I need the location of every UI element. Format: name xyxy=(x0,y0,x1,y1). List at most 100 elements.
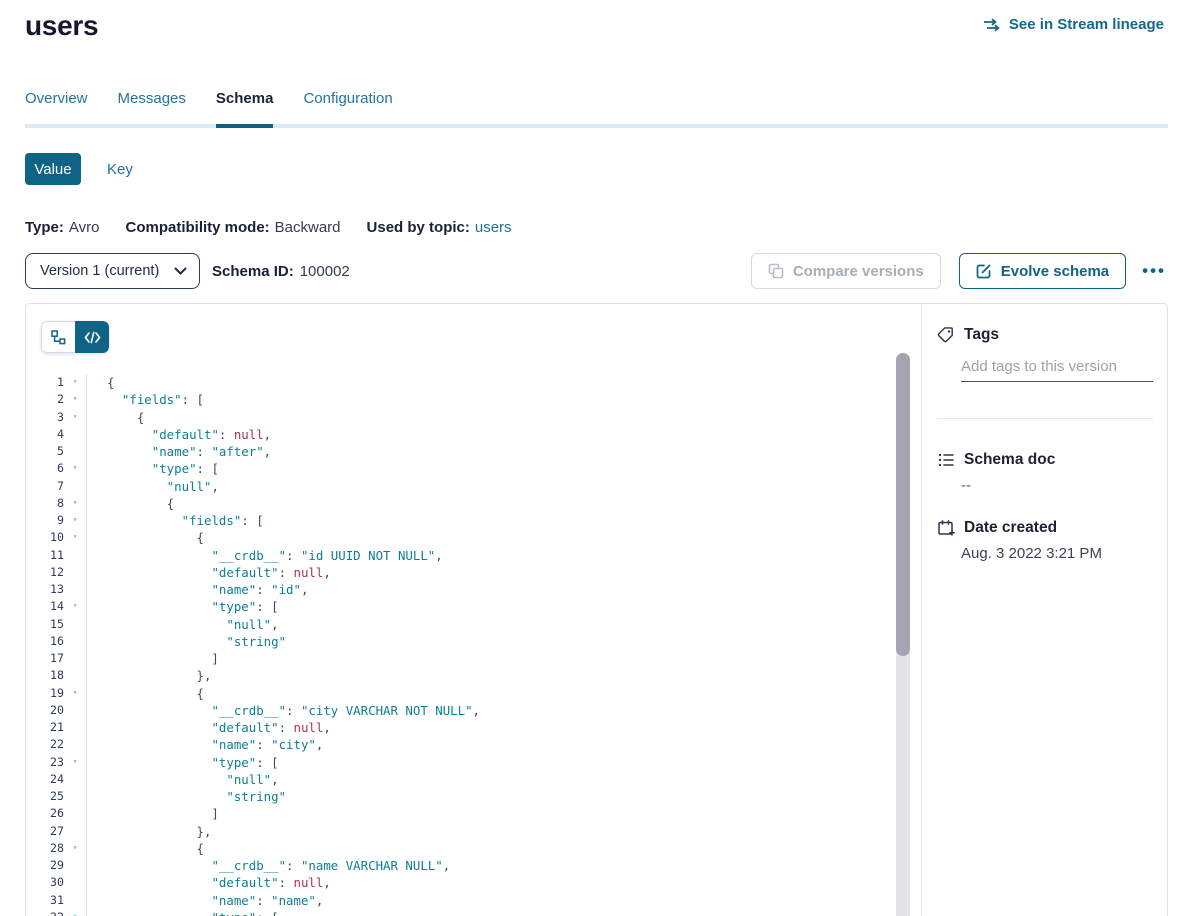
schema-id: Schema ID: 100002 xyxy=(212,263,350,280)
type-label: Type: xyxy=(25,219,64,236)
code-line: 4 "default": null, xyxy=(41,426,901,443)
fold-spacer xyxy=(64,702,86,719)
code-line-text: { xyxy=(86,840,901,857)
fold-toggle-icon[interactable]: ▾ xyxy=(64,391,86,408)
fold-spacer xyxy=(64,633,86,650)
fold-toggle-icon[interactable]: ▾ xyxy=(64,909,86,916)
schema-id-label: Schema ID: xyxy=(212,263,294,280)
schema-id-value: 100002 xyxy=(300,263,350,280)
line-number: 26 xyxy=(41,805,64,822)
date-created-section-title: Date created xyxy=(937,519,1057,537)
fold-spacer xyxy=(64,719,86,736)
compare-versions-button[interactable]: Compare versions xyxy=(751,253,941,289)
schema-doc-title-label: Schema doc xyxy=(964,451,1055,469)
code-line-text: "type": [ xyxy=(86,754,901,771)
code-line-text: "string" xyxy=(86,633,901,650)
code-line: 1▾{ xyxy=(41,374,901,391)
version-bar: Version 1 (current) Schema ID: 100002 Co… xyxy=(25,253,1168,289)
tree-view-button[interactable] xyxy=(41,321,75,353)
code-line-text: "type": [ xyxy=(86,909,901,916)
line-number: 8 xyxy=(41,495,64,512)
line-number: 3 xyxy=(41,409,64,426)
line-number: 14 xyxy=(41,598,64,615)
stream-lineage-link[interactable]: See in Stream lineage xyxy=(983,16,1164,33)
line-number: 1 xyxy=(41,374,64,391)
fold-toggle-icon[interactable]: ▾ xyxy=(64,685,86,702)
code-line-text: "default": null, xyxy=(86,564,901,581)
fold-toggle-icon[interactable]: ▾ xyxy=(64,409,86,426)
code-line-text: "string" xyxy=(86,788,901,805)
list-icon xyxy=(937,451,955,469)
code-view-icon xyxy=(84,331,101,344)
code-line: 29 "__crdb__": "name VARCHAR NULL", xyxy=(41,857,901,874)
code-line: 3▾ { xyxy=(41,409,901,426)
chevron-down-icon xyxy=(174,267,187,275)
used-by-topic-link[interactable]: users xyxy=(475,219,512,236)
fold-toggle-icon[interactable]: ▾ xyxy=(64,840,86,857)
line-number: 2 xyxy=(41,391,64,408)
code-line: 27 }, xyxy=(41,823,901,840)
fold-spacer xyxy=(64,874,86,891)
evolve-schema-button[interactable]: Evolve schema xyxy=(959,253,1126,289)
code-line-text: "default": null, xyxy=(86,874,901,891)
code-line: 6▾ "type": [ xyxy=(41,460,901,477)
fold-spacer xyxy=(64,771,86,788)
fold-spacer xyxy=(64,667,86,684)
editor-view-toggle xyxy=(41,321,109,353)
fold-spacer xyxy=(64,478,86,495)
version-select[interactable]: Version 1 (current) xyxy=(25,253,200,289)
used-by-topic-label: Used by topic: xyxy=(367,219,470,236)
code-line-text: { xyxy=(86,685,901,702)
schema-doc-section-title: Schema doc xyxy=(937,451,1055,469)
fold-toggle-icon[interactable]: ▾ xyxy=(64,529,86,546)
code-line: 16 "string" xyxy=(41,633,901,650)
code-line: 21 "default": null, xyxy=(41,719,901,736)
type-value: Avro xyxy=(69,219,100,236)
code-line-text: "type": [ xyxy=(86,598,901,615)
editor-scrollbar-thumb[interactable] xyxy=(896,353,910,656)
fold-toggle-icon[interactable]: ▾ xyxy=(64,754,86,771)
ellipsis-icon: ••• xyxy=(1142,261,1166,280)
more-actions-button[interactable]: ••• xyxy=(1140,257,1168,285)
tab-schema[interactable]: Schema xyxy=(216,90,274,124)
fold-spacer xyxy=(64,581,86,598)
fold-toggle-icon[interactable]: ▾ xyxy=(64,460,86,477)
tab-messages[interactable]: Messages xyxy=(118,90,186,124)
key-toggle-button[interactable]: Key xyxy=(107,161,133,178)
code-line-text: { xyxy=(86,409,901,426)
code-line: 20 "__crdb__": "city VARCHAR NOT NULL", xyxy=(41,702,901,719)
code-editor[interactable]: 1▾{2▾ "fields": [3▾ {4 "default": null,5… xyxy=(41,374,901,916)
tab-overview[interactable]: Overview xyxy=(25,90,88,124)
fold-spacer xyxy=(64,736,86,753)
value-toggle-button[interactable]: Value xyxy=(25,153,81,185)
fold-spacer xyxy=(64,564,86,581)
fold-spacer xyxy=(64,823,86,840)
fold-spacer xyxy=(64,650,86,667)
line-number: 12 xyxy=(41,564,64,581)
code-line-text: "null", xyxy=(86,616,901,633)
code-line: 5 "name": "after", xyxy=(41,443,901,460)
tags-input[interactable] xyxy=(961,356,1153,382)
fold-toggle-icon[interactable]: ▾ xyxy=(64,598,86,615)
line-number: 29 xyxy=(41,857,64,874)
code-line-text: "type": [ xyxy=(86,460,901,477)
fold-toggle-icon[interactable]: ▾ xyxy=(64,495,86,512)
code-line-text: "name": "after", xyxy=(86,443,901,460)
code-line: 23▾ "type": [ xyxy=(41,754,901,771)
schema-meta-row: Type: Avro Compatibility mode: Backward … xyxy=(25,219,512,236)
line-number: 28 xyxy=(41,840,64,857)
fold-spacer xyxy=(64,788,86,805)
line-number: 20 xyxy=(41,702,64,719)
value-key-toggle: Value Key xyxy=(25,153,133,185)
fold-toggle-icon[interactable]: ▾ xyxy=(64,512,86,529)
code-line: 17 ] xyxy=(41,650,901,667)
evolve-schema-label: Evolve schema xyxy=(1001,263,1109,280)
code-line-text: { xyxy=(86,374,901,391)
fold-toggle-icon[interactable]: ▾ xyxy=(64,374,86,391)
tab-configuration[interactable]: Configuration xyxy=(303,90,392,124)
code-view-button[interactable] xyxy=(75,321,109,353)
code-line: 7 "null", xyxy=(41,478,901,495)
line-number: 18 xyxy=(41,667,64,684)
evolve-schema-icon xyxy=(976,263,992,279)
code-line-text: "name": "city", xyxy=(86,736,901,753)
